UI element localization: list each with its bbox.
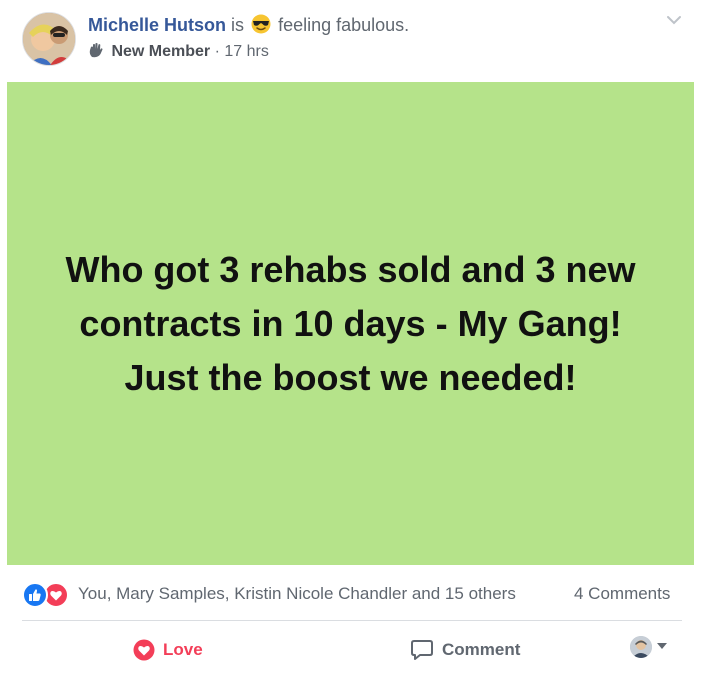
react-as-selector[interactable] <box>630 636 668 658</box>
is-word: is <box>231 15 245 35</box>
post-options-chevron-icon[interactable] <box>664 10 684 30</box>
status-text: Who got 3 rehabs sold and 3 new contract… <box>65 248 636 398</box>
profile-avatar <box>630 636 652 658</box>
author-name[interactable]: Michelle Hutson <box>88 15 226 35</box>
divider <box>22 620 682 621</box>
meta-separator: · <box>214 43 220 60</box>
reactions-bar: You, Mary Samples, Kristin Nicole Chandl… <box>0 574 710 614</box>
author-avatar[interactable] <box>22 12 76 66</box>
love-heart-icon <box>133 639 155 661</box>
member-badge[interactable]: New Member <box>111 43 210 60</box>
love-button[interactable]: Love <box>133 634 203 666</box>
post-time[interactable]: 17 hrs <box>224 43 268 60</box>
comments-count[interactable]: 4 Comments <box>574 584 670 604</box>
comment-button-label: Comment <box>442 640 521 659</box>
post-meta: New Member · 17 hrs <box>88 42 269 63</box>
waving-hand-icon <box>88 42 104 63</box>
caret-down-icon <box>656 638 668 656</box>
love-button-label: Love <box>163 640 203 659</box>
post-header: Michelle Hutson is feeling fabulous. New… <box>0 0 710 80</box>
comment-button[interactable]: Comment <box>410 634 520 666</box>
comment-bubble-icon <box>410 638 434 662</box>
action-bar: Love Comment <box>0 622 710 678</box>
feeling-text: feeling fabulous. <box>278 15 410 35</box>
like-icon <box>22 582 48 608</box>
reactions-summary[interactable]: You, Mary Samples, Kristin Nicole Chandl… <box>78 584 516 604</box>
reaction-icons[interactable] <box>22 582 74 608</box>
status-background: Who got 3 rehabs sold and 3 new contract… <box>7 82 694 565</box>
sunglasses-emoji-icon <box>251 14 271 39</box>
author-line: Michelle Hutson is feeling fabulous. <box>88 14 409 39</box>
